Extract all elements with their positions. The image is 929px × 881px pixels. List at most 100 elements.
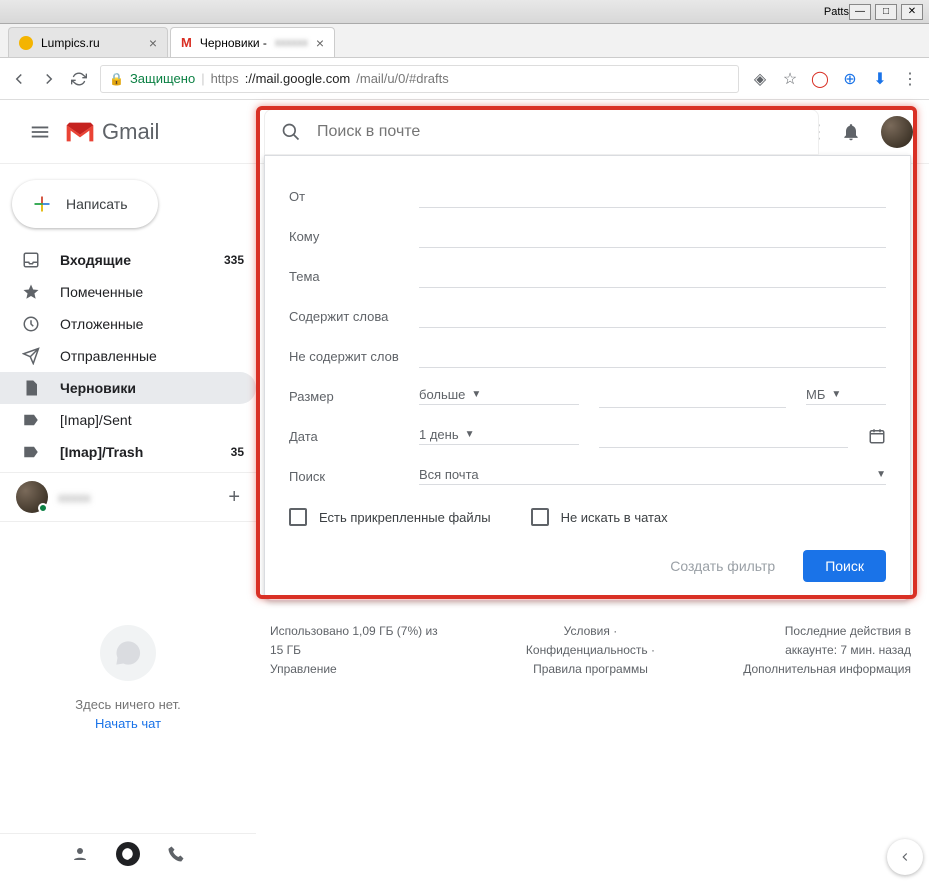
tab-label-blurred: xxxxxx [275, 37, 308, 49]
filter-haswords-input[interactable] [419, 304, 886, 328]
nav-imap-sent[interactable]: [Imap]/Sent [0, 404, 256, 436]
window-title: Patts [824, 6, 849, 18]
filter-from-input[interactable] [419, 184, 886, 208]
footer-activity: Последние действия в аккаунте: 7 мин. на… [743, 622, 911, 680]
filter-haswords-label: Содержит слова [289, 309, 419, 324]
window-minimize-button[interactable]: — [849, 4, 871, 20]
filter-notwords-label: Не содержит слов [289, 349, 419, 364]
filter-searchin-select[interactable]: Вся почта▼ [419, 467, 886, 485]
sidebar: Написать Входящие 335 Помеченные Отложен… [0, 164, 256, 881]
download-icon[interactable]: ⬇ [871, 70, 889, 88]
window-close-button[interactable]: ✕ [901, 4, 923, 20]
hangouts-empty-text: Здесь ничего нет. [75, 697, 180, 712]
browser-tab-0[interactable]: Lumpics.ru × [8, 27, 168, 57]
label-icon [22, 411, 42, 429]
compose-button[interactable]: Написать [12, 180, 158, 228]
nav-count: 335 [224, 253, 244, 267]
footer-details-link[interactable]: Дополнительная информация [743, 660, 911, 679]
hangouts-start-link[interactable]: Начать чат [95, 716, 161, 731]
hangouts-chats-tab[interactable] [116, 842, 140, 866]
window-titlebar: Patts — □ ✕ [0, 0, 929, 24]
address-bar[interactable]: 🔒 Защищено | https://mail.google.com/mai… [100, 65, 739, 93]
nav-imap-trash[interactable]: [Imap]/Trash 35 [0, 436, 256, 468]
hangouts-contacts-tab[interactable] [68, 842, 92, 866]
filter-size-op-select[interactable]: больше▼ [419, 387, 579, 405]
nav-sent[interactable]: Отправленные [0, 340, 256, 372]
notifications-icon[interactable] [841, 122, 861, 142]
nav-count: 35 [231, 445, 244, 459]
nav-inbox[interactable]: Входящие 335 [0, 244, 256, 276]
inbox-icon [22, 251, 42, 269]
filter-size-value-input[interactable] [599, 384, 786, 408]
filter-date-label: Дата [289, 429, 419, 444]
window-maximize-button[interactable]: □ [875, 4, 897, 20]
bookmark-icon[interactable]: ☆ [781, 70, 799, 88]
extension-icon[interactable]: ⊕ [841, 70, 859, 88]
footer-privacy-link[interactable]: Конфиденциальность [526, 643, 648, 657]
hangouts-footer [0, 833, 256, 873]
back-button[interactable] [10, 70, 28, 88]
filter-subject-label: Тема [289, 269, 419, 284]
new-chat-button[interactable]: + [228, 486, 240, 509]
extension-icon[interactable]: ◈ [751, 70, 769, 88]
filter-notwords-input[interactable] [419, 344, 886, 368]
hangouts-empty: Здесь ничего нет. Начать чат [0, 522, 256, 833]
side-panel-toggle[interactable] [887, 839, 923, 875]
search-bar[interactable] [264, 109, 819, 155]
checkbox-icon [289, 508, 307, 526]
gmail-logo[interactable]: Gmail [64, 119, 159, 145]
filter-from-label: От [289, 189, 419, 204]
close-icon[interactable]: × [316, 35, 324, 51]
account-avatar[interactable] [881, 116, 913, 148]
checkbox-label: Есть прикрепленные файлы [319, 510, 491, 525]
filter-date-input[interactable] [599, 424, 848, 448]
filter-subject-input[interactable] [419, 264, 886, 288]
footer-manage-link[interactable]: Управление [270, 660, 438, 679]
search-button[interactable]: Поиск [803, 550, 886, 582]
label-icon [22, 443, 42, 461]
filter-has-attachment-checkbox[interactable]: Есть прикрепленные файлы [289, 508, 491, 526]
close-icon[interactable]: × [149, 35, 157, 51]
footer-text: аккаунте: 7 мин. назад [743, 641, 911, 660]
plus-icon [32, 194, 52, 214]
filter-to-input[interactable] [419, 224, 886, 248]
footer-info: Использовано 1,09 ГБ (7%) из 15 ГБ Управ… [270, 622, 911, 680]
chevron-down-icon: ▼ [465, 429, 475, 440]
hangouts-icon [100, 625, 156, 681]
mini-avatar[interactable] [16, 481, 48, 513]
chevron-down-icon: ▼ [471, 389, 481, 400]
nav-drafts[interactable]: Черновики [0, 372, 256, 404]
calendar-icon[interactable] [868, 427, 886, 445]
clock-icon [22, 315, 42, 333]
select-value: 1 день [419, 427, 459, 442]
filter-no-chats-checkbox[interactable]: Не искать в чатах [531, 508, 668, 526]
nav-label: Входящие [60, 252, 131, 268]
footer-policies-link[interactable]: Правила программы [526, 660, 655, 679]
star-icon [22, 283, 42, 301]
main-area: От Кому Тема Содержит слова Не содержит … [256, 164, 929, 881]
footer-text: Использовано 1,09 ГБ (7%) из [270, 622, 438, 641]
hangouts-calls-tab[interactable] [164, 842, 188, 866]
filter-size-unit-select[interactable]: МБ▼ [806, 387, 886, 405]
nav-starred[interactable]: Помеченные [0, 276, 256, 308]
opera-icon[interactable]: ◯ [811, 70, 829, 88]
create-filter-button[interactable]: Создать фильтр [658, 550, 787, 582]
search-icon [281, 122, 301, 142]
nav-snoozed[interactable]: Отложенные [0, 308, 256, 340]
reload-button[interactable] [70, 70, 88, 88]
menu-icon[interactable]: ⋮ [901, 70, 919, 88]
search-input[interactable] [317, 123, 802, 141]
main-menu-button[interactable] [16, 121, 64, 143]
hangouts-profile-row: xxxxx + [0, 472, 256, 522]
footer-text: Последние действия в [743, 622, 911, 641]
nav-label: Отправленные [60, 348, 157, 364]
nav-label: [Imap]/Sent [60, 412, 132, 428]
url-host: ://mail.google.com [245, 71, 351, 86]
filter-date-range-select[interactable]: 1 день ▼ [419, 427, 579, 445]
gmail-icon [64, 120, 96, 144]
chevron-down-icon: ▼ [876, 469, 886, 480]
nav-list: Входящие 335 Помеченные Отложенные Отпра… [0, 244, 256, 468]
forward-button[interactable] [40, 70, 58, 88]
footer-terms-link[interactable]: Условия [564, 624, 610, 638]
browser-tab-1[interactable]: M Черновики - xxxxxx × [170, 27, 335, 57]
